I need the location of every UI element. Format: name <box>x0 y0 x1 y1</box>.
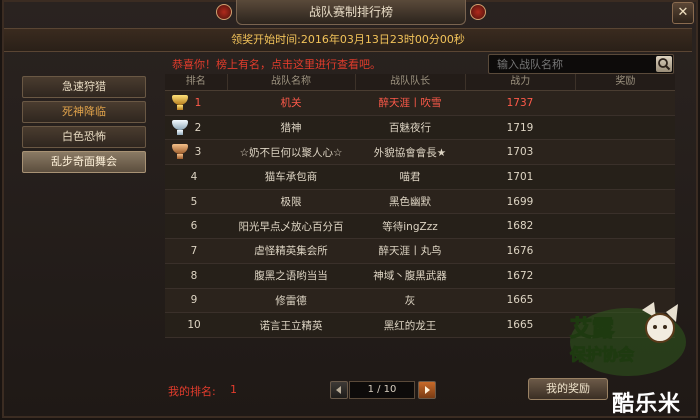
rank-cell: 9 <box>165 294 227 306</box>
rank-cell: 5 <box>165 196 227 208</box>
sidebar-item-4[interactable]: 乱步奇面舞会 <box>22 151 146 173</box>
close-button[interactable]: ✕ <box>672 2 694 24</box>
rank-number: 3 <box>194 146 202 159</box>
rank-cell: 7 <box>165 245 227 257</box>
window-title: 战队赛制排行榜 <box>308 5 393 19</box>
team-name-cell: 猫车承包商 <box>264 171 318 184</box>
award-start-time: 领奖开始时间:2016年03月13日23时00分00秒 <box>4 28 692 52</box>
table-row[interactable]: 4 猫车承包商 喵君 1701 <box>165 165 675 190</box>
rank-cell: 10 <box>165 319 227 331</box>
team-name-cell: 虐怪精英集会所 <box>254 245 328 258</box>
rank-number: 5 <box>190 195 198 208</box>
window-title-bar: 战队赛制排行榜 <box>236 0 466 25</box>
event-sidebar: 急速狩猎死神降临白色恐怖乱步奇面舞会 <box>22 76 146 176</box>
close-icon: ✕ <box>677 5 689 20</box>
search-button[interactable] <box>656 56 672 72</box>
team-name-cell: 极限 <box>280 196 302 209</box>
team-name-cell: 猎神 <box>280 122 302 135</box>
ornament-icon <box>470 4 486 20</box>
captain-cell: 黑色幽默 <box>389 196 431 209</box>
table-row[interactable]: 8 腹黑之语哟当当 神域丶腹黑武器 1672 <box>165 263 675 289</box>
header-reward: 奖励 <box>615 76 636 87</box>
rank-number: 1 <box>194 96 202 109</box>
power-cell: 1676 <box>506 244 534 257</box>
team-name-cell: 腹黑之语哟当当 <box>254 270 328 283</box>
sidebar-item-2[interactable]: 死神降临 <box>22 101 146 123</box>
captain-cell: 喵君 <box>399 171 421 184</box>
award-start-time-text: 领奖开始时间:2016年03月13日23时00分00秒 <box>231 33 465 46</box>
gold-trophy-icon <box>169 94 191 111</box>
power-cell: 1737 <box>506 96 534 109</box>
power-cell: 1699 <box>506 195 534 208</box>
ranking-table: 排名 战队名称 战队队长 战力 奖励 1 机关 醉天涯丨吹雪 1737 2 猎神 百魅夜行 1… <box>165 74 675 338</box>
my-rank-label: 我的排名: <box>168 385 216 398</box>
power-cell: 1682 <box>506 220 534 233</box>
power-cell: 1672 <box>506 269 534 282</box>
header-captain: 战队队长 <box>356 74 466 90</box>
prev-page-button[interactable] <box>330 381 348 399</box>
rank-cell: 6 <box>165 220 227 232</box>
rank-cell: 4 <box>165 171 227 183</box>
team-search <box>488 54 674 74</box>
my-rank-value: 1 <box>230 383 237 396</box>
table-row[interactable]: 2 猎神 百魅夜行 1719 <box>165 115 675 141</box>
rank-cell: 2 <box>165 119 227 136</box>
captain-cell: 醉天涯丨吹雪 <box>378 97 442 110</box>
sidebar-item-3[interactable]: 白色恐怖 <box>22 126 146 148</box>
rank-number: 7 <box>190 244 198 257</box>
logo-text-line2: 保护协会 <box>569 345 634 364</box>
rank-cell: 8 <box>165 270 227 282</box>
rank-cell: 1 <box>165 94 227 111</box>
power-cell: 1703 <box>506 146 534 159</box>
rank-number: 2 <box>194 121 202 134</box>
captain-cell: 百魅夜行 <box>389 122 431 135</box>
captain-cell: 外貌協會會長★ <box>373 146 447 159</box>
power-cell: 1701 <box>506 170 534 183</box>
page-indicator: 1 / 10 <box>349 381 415 399</box>
captain-cell: 神域丶腹黑武器 <box>373 270 447 283</box>
table-row[interactable]: 3 ☆奶不巨何以聚人心☆ 外貌協會會長★ 1703 <box>165 140 675 166</box>
team-name-cell: ☆奶不巨何以聚人心☆ <box>239 146 343 159</box>
silver-trophy-icon <box>169 119 191 136</box>
table-row[interactable]: 1 机关 醉天涯丨吹雪 1737 <box>165 91 675 116</box>
power-cell: 1665 <box>506 319 534 332</box>
header-power: 战力 <box>466 74 576 90</box>
power-cell: 1719 <box>506 121 534 134</box>
chevron-left-icon <box>336 386 341 394</box>
table-row[interactable]: 5 极限 黑色幽默 1699 <box>165 189 675 215</box>
captain-cell: 灰 <box>404 294 416 307</box>
captain-cell: 醉天涯丨丸鸟 <box>378 245 442 258</box>
header-rank: 排名 <box>165 74 228 90</box>
team-name-cell: 诺言王立精英 <box>259 319 323 332</box>
rank-number: 9 <box>190 294 198 307</box>
my-reward-button[interactable]: 我的奖励 <box>528 378 608 400</box>
ranking-notice-link[interactable]: 恭喜你！榜上有名，点击这里进行查看吧。 <box>172 56 381 72</box>
rank-cell: 3 <box>165 144 227 160</box>
bronze-trophy-icon <box>169 144 191 160</box>
table-header: 排名 战队名称 战队队长 战力 奖励 <box>165 74 675 91</box>
captain-cell: 黑红的龙王 <box>383 319 437 332</box>
power-cell: 1665 <box>506 294 534 307</box>
search-icon <box>658 58 671 71</box>
airou-logo: 艾露 保护协会 <box>566 300 690 380</box>
table-row[interactable]: 6 阳光早点乄放心百分百 等待ingZzz 1682 <box>165 214 675 240</box>
header-team-name: 战队名称 <box>228 74 356 90</box>
captain-cell: 等待ingZzz <box>382 220 438 233</box>
team-name-cell: 修雷德 <box>275 294 307 307</box>
rank-number: 10 <box>187 319 201 332</box>
team-name-cell: 机关 <box>280 97 302 110</box>
cat-mascot-icon: 艾露 保护协会 <box>569 302 686 376</box>
chevron-right-icon <box>425 386 430 394</box>
ornament-icon <box>216 4 232 20</box>
rank-number: 6 <box>190 220 198 233</box>
sidebar-item-1[interactable]: 急速狩猎 <box>22 76 146 98</box>
logo-text-line1: 艾露 <box>570 317 615 342</box>
rank-number: 4 <box>190 170 198 183</box>
next-page-button[interactable] <box>418 381 436 399</box>
search-input[interactable] <box>489 55 649 73</box>
table-row[interactable]: 7 虐怪精英集会所 醉天涯丨丸鸟 1676 <box>165 239 675 264</box>
team-name-cell: 阳光早点乄放心百分百 <box>238 220 344 233</box>
rank-number: 8 <box>190 269 198 282</box>
site-watermark: 酷乐米 <box>612 392 682 417</box>
